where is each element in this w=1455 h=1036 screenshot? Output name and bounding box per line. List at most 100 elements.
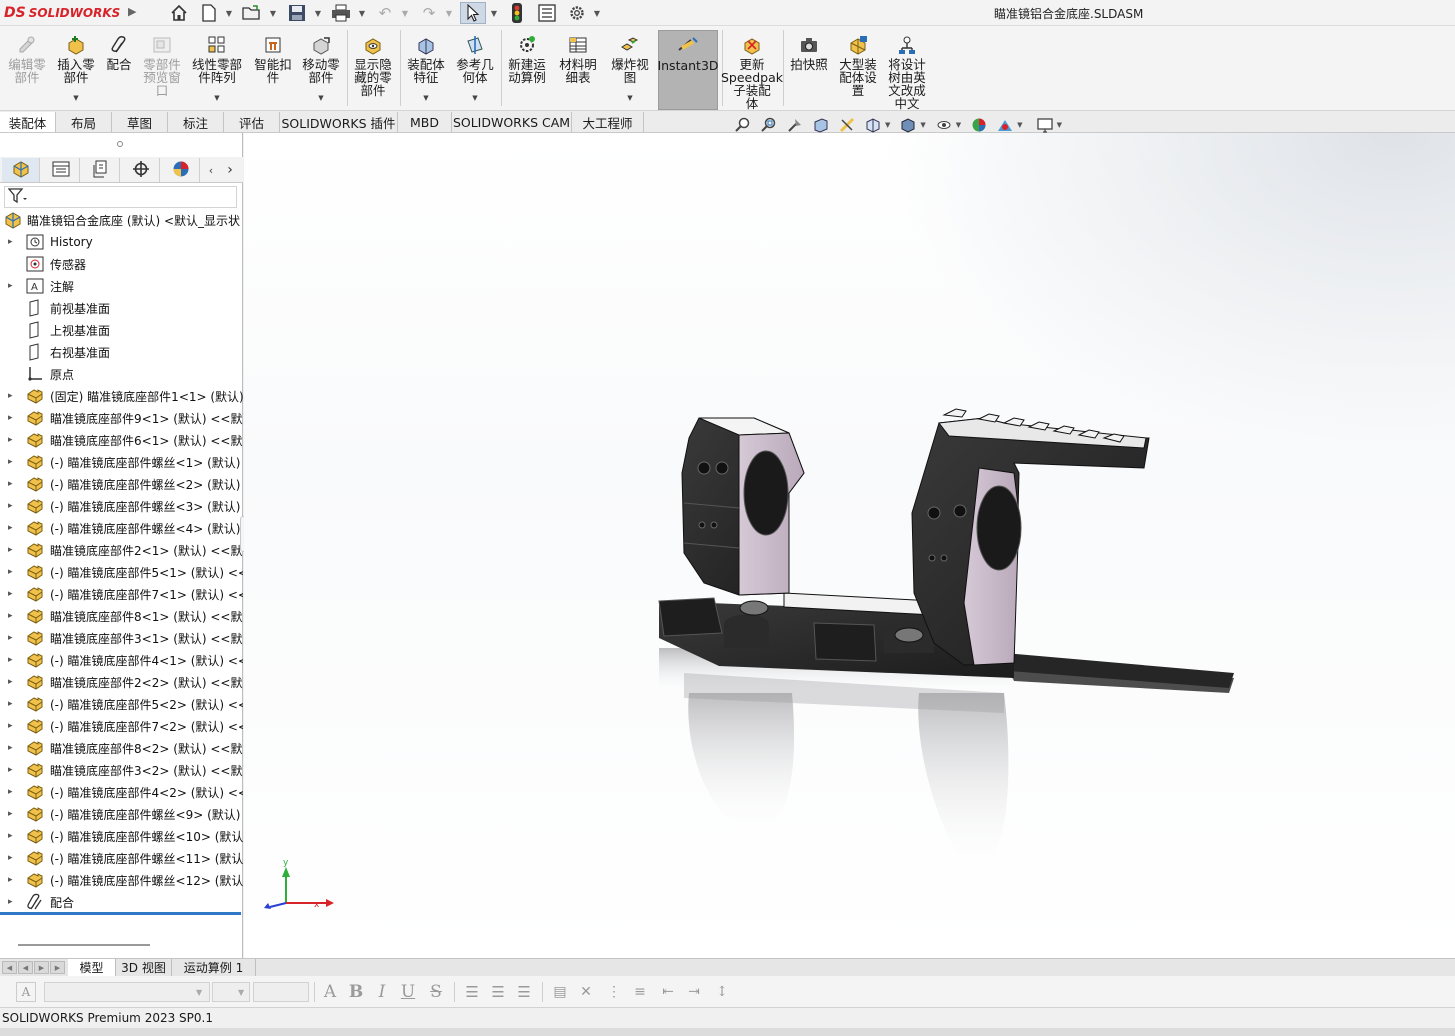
tree-item[interactable]: ▸ A 注解 [0,275,243,297]
zoom-to-fit-icon[interactable] [734,116,752,134]
bill-of-materials-button[interactable]: 材料明 细表 [555,30,601,110]
print-dropdown-icon[interactable]: ▼ [355,2,369,24]
graphics-area[interactable]: y x ‹ [244,133,1455,958]
expand-arrow-icon[interactable]: ▸ [8,655,16,665]
update-speedpak-button[interactable]: 更新 Speedpak 子装配 体 [721,30,783,110]
display-manager-tab[interactable] [162,158,200,182]
insert-component-dropdown-icon[interactable]: ▼ [73,94,78,102]
expand-arrow-icon[interactable]: ▸ [8,479,16,489]
assembly-features-dropdown-icon[interactable]: ▼ [423,94,428,102]
underline-icon[interactable]: U [398,982,418,1002]
redo-icon[interactable]: ↷ [418,2,440,24]
tree-item[interactable]: ▸ (-) 瞄准镜底座部件螺丝<1> (默认) [0,451,243,473]
view-orientation-icon[interactable] [864,116,882,134]
font-size-select[interactable] [212,982,250,1002]
tree-item[interactable]: ▸ (-) 瞄准镜底座部件螺丝<4> (默认) [0,517,243,539]
zoom-to-area-icon[interactable] [760,116,778,134]
save-dropdown-icon[interactable]: ▼ [311,2,325,24]
dynamic-annotation-icon[interactable] [838,116,856,134]
display-style-icon[interactable] [899,116,917,134]
tree-root-assembly[interactable]: 瞄准镜铝合金底座 (默认) <默认_显示状 [0,209,243,231]
property-manager-tab[interactable] [42,158,80,182]
tree-item[interactable]: ▸ (-) 瞄准镜底座部件螺丝<10> (默认 [0,825,243,847]
expand-arrow-icon[interactable]: ▸ [8,413,16,423]
print-icon[interactable] [329,2,353,24]
expand-arrow-icon[interactable]: ▸ [8,809,16,819]
expand-arrow-icon[interactable]: ▸ [8,875,16,885]
expand-arrow-icon[interactable]: ▸ [8,435,16,445]
component-preview-button[interactable]: 零部件 预览窗 口 [140,30,184,110]
tree-item[interactable]: ▸ (-) 瞄准镜底座部件5<2> (默认) << [0,693,243,715]
model-viewport[interactable]: y x [244,133,1455,958]
tab-first-icon[interactable]: ◀ [2,961,17,974]
increase-indent-icon[interactable]: ⇥ [684,982,704,1002]
insert-table-icon[interactable]: ▤ [550,982,570,1002]
text-style-icon[interactable]: A [16,982,36,1002]
expand-arrow-icon[interactable]: ▸ [8,787,16,797]
new-document-icon[interactable] [198,2,220,24]
font-dropdown-icon[interactable]: ▼ [196,988,202,997]
assembly-features-button[interactable]: 装配体 特征 ▼ [403,30,449,110]
apply-scene-dropdown-icon[interactable]: ▼ [1017,121,1022,129]
tree-item[interactable]: ▸ (-) 瞄准镜底座部件4<2> (默认) << [0,781,243,803]
dimxpert-manager-tab[interactable] [122,158,160,182]
tab-evaluate[interactable]: 评估 [224,112,280,132]
tree-item[interactable]: ▸ 瞄准镜底座部件8<1> (默认) <<默认 [0,605,243,627]
exploded-view-button[interactable]: 爆炸视 图 ▼ [606,30,654,110]
tree-item[interactable]: ▸ (-) 瞄准镜底座部件7<1> (默认) << [0,583,243,605]
redo-dropdown-icon[interactable]: ▼ [442,2,456,24]
mate-button[interactable]: 配合 [101,30,137,110]
bold-icon[interactable]: B [346,982,366,1002]
tree-item[interactable]: ▸ 瞄准镜底座部件9<1> (默认) <<默认 [0,407,243,429]
panel-tab-scroll-left[interactable]: ‹ [202,158,220,182]
font-select[interactable] [44,982,210,1002]
text-outline-icon[interactable]: A [320,982,340,1002]
tab-model[interactable]: 模型 [68,959,116,976]
font-size-dropdown-icon[interactable]: ▼ [238,988,244,997]
tab-next-icon[interactable]: ▶ [34,961,49,974]
line-spacing-icon[interactable]: ↕ [712,982,732,1002]
insert-component-button[interactable]: 插入零 部件 ▼ [53,30,99,110]
expand-arrow-icon[interactable]: ▸ [8,633,16,643]
italic-icon[interactable]: I [372,982,392,1002]
remove-format-icon[interactable]: ✕ [576,982,596,1002]
tree-item[interactable]: ▸ 瞄准镜底座部件2<2> (默认) <<默认 [0,671,243,693]
tree-item[interactable]: ▸ (固定) 瞄准镜底座部件1<1> (默认) [0,385,243,407]
tree-item[interactable]: ▸ (-) 瞄准镜底座部件7<2> (默认) << [0,715,243,737]
expand-arrow-icon[interactable]: ▸ [8,743,16,753]
tab-mbd[interactable]: MBD [398,112,452,132]
select-dropdown-icon[interactable]: ▼ [488,2,500,24]
home-icon[interactable] [168,2,190,24]
tree-item[interactable]: 传感器 [0,253,243,275]
new-motion-study-button[interactable]: 新建运 动算例 [504,30,550,110]
tree-item[interactable]: ▸ 瞄准镜底座部件2<1> (默认) <<默认 [0,539,243,561]
rebuild-traffic-light-icon[interactable] [506,2,528,24]
undo-dropdown-icon[interactable]: ▼ [398,2,412,24]
expand-arrow-icon[interactable]: ▸ [8,589,16,599]
previous-view-icon[interactable] [786,116,804,134]
apply-scene-icon[interactable] [996,116,1014,134]
menu-expand-icon[interactable]: ▶ [128,5,136,18]
tree-item[interactable]: 前视基准面 [0,297,243,319]
move-component-button[interactable]: 移动零 部件 ▼ [298,30,344,110]
tree-item[interactable]: 上视基准面 [0,319,243,341]
linear-pattern-button[interactable]: 线性零部 件阵列 ▼ [188,30,246,110]
snapshot-button[interactable]: 拍快照 [786,30,832,110]
tree-item[interactable]: ▸ (-) 瞄准镜底座部件螺丝<3> (默认) [0,495,243,517]
expand-arrow-icon[interactable]: ▸ [8,545,16,555]
reference-geometry-button[interactable]: 参考几 何体 ▼ [452,30,498,110]
tree-item[interactable]: ▸ 配合 [0,891,243,913]
move-component-dropdown-icon[interactable]: ▼ [318,94,323,102]
tab-solidworks-addins[interactable]: SOLIDWORKS 插件 [280,112,398,132]
tab-prev-icon[interactable]: ◀ [18,961,33,974]
new-dropdown-icon[interactable]: ▼ [222,2,236,24]
tab-solidworks-cam[interactable]: SOLIDWORKS CAM [452,112,572,132]
expand-arrow-icon[interactable]: ▸ [8,567,16,577]
linear-pattern-dropdown-icon[interactable]: ▼ [214,94,219,102]
options-gear-icon[interactable] [565,2,589,24]
expand-arrow-icon[interactable]: ▸ [8,457,16,467]
view-orientation-dropdown-icon[interactable]: ▼ [885,121,890,129]
view-settings-dropdown-icon[interactable]: ▼ [1057,121,1062,129]
section-view-icon[interactable] [812,116,830,134]
open-dropdown-icon[interactable]: ▼ [266,2,280,24]
